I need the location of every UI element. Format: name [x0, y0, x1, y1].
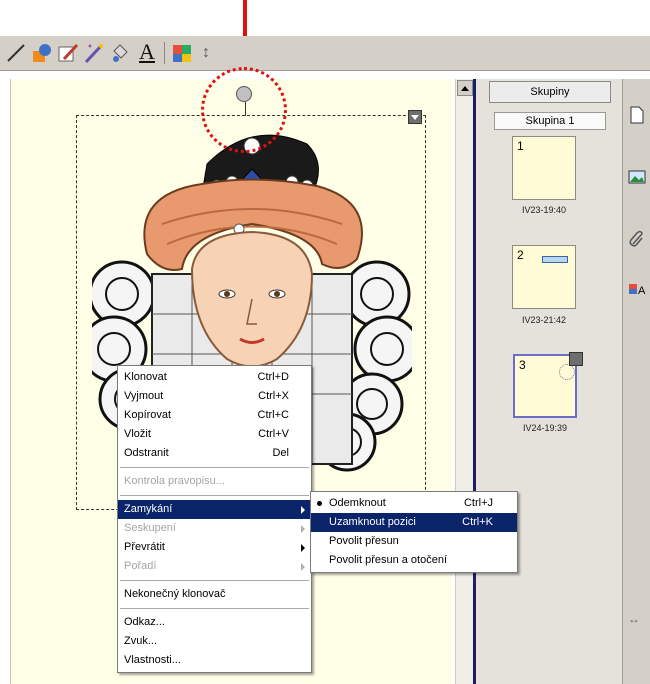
submenu-item-lock-position[interactable]: Uzamknout pozici Ctrl+K [311, 513, 517, 532]
thumbnail-image [559, 364, 575, 380]
svg-text:A: A [638, 285, 646, 297]
menu-item-copy[interactable]: Kopírovat Ctrl+C [118, 406, 311, 425]
submenu-arrow-icon [301, 506, 305, 514]
magic-pen-icon[interactable] [82, 41, 106, 65]
text-tool-icon[interactable]: A [136, 41, 158, 65]
thumbnail-shape [542, 256, 568, 263]
vertical-scrollbar[interactable] [455, 79, 474, 684]
menu-separator [120, 580, 309, 581]
grid-tool-icon[interactable] [170, 41, 194, 65]
menu-separator [120, 608, 309, 609]
page-thumbnail[interactable]: 2 [512, 245, 576, 309]
collapse-arrows-icon[interactable]: ↔ [628, 612, 646, 626]
side-tabs: A [622, 79, 650, 684]
menu-item-order: Pořadí [118, 557, 311, 576]
toolbar: A ↕ [0, 36, 650, 71]
submenu-arrow-icon [301, 544, 305, 552]
page-number: 3 [519, 358, 526, 372]
annotation-dotted-circle [201, 67, 287, 153]
attachments-tab-icon[interactable] [627, 229, 647, 249]
line-tool-icon[interactable] [4, 41, 28, 65]
submenu-arrow-icon [301, 563, 305, 571]
groups-button[interactable]: Skupiny [489, 81, 611, 103]
shapes-tool-icon[interactable] [30, 41, 54, 65]
menu-separator [120, 495, 309, 496]
menu-item-properties[interactable]: Vlastnosti... [118, 651, 311, 670]
pen-tool-icon[interactable] [56, 41, 80, 65]
menu-item-cut[interactable]: Vyjmout Ctrl+X [118, 387, 311, 406]
submenu-item-unlock[interactable]: Odemknout Ctrl+J [311, 494, 517, 513]
object-menu-button[interactable] [408, 110, 422, 124]
page-thumbnail[interactable]: 1 [512, 136, 576, 200]
menu-item-locking[interactable]: Zamykání [118, 500, 311, 519]
page-caption: IV24-19:39 [522, 423, 568, 433]
menu-separator [120, 467, 309, 468]
expand-vertical-icon[interactable]: ↕ [196, 44, 216, 64]
fill-tool-icon[interactable] [108, 41, 132, 65]
menu-item-infinite-cloner[interactable]: Nekonečný klonovač [118, 585, 311, 604]
menu-item-link[interactable]: Odkaz... [118, 613, 311, 632]
page-caption: IV23-19:40 [521, 205, 567, 215]
page-number: 2 [517, 248, 524, 262]
submenu-item-allow-move[interactable]: Povolit přesun [311, 532, 517, 551]
menu-item-spellcheck: Kontrola pravopisu... [124, 475, 225, 487]
scroll-up-button[interactable] [457, 80, 473, 96]
group-label[interactable]: Skupina 1 [494, 112, 606, 130]
toolbar-separator [164, 42, 165, 64]
annotation-arrow-shaft [243, 0, 247, 40]
menu-item-clone[interactable]: Klonovat Ctrl+D [118, 368, 311, 387]
page-caption: IV23-21:42 [521, 315, 567, 325]
submenu-arrow-icon [301, 525, 305, 533]
thumbnail-menu-button[interactable] [569, 352, 583, 366]
gallery-tab-icon[interactable] [627, 167, 647, 187]
menu-item-delete[interactable]: Odstranit Del [118, 444, 311, 463]
page-thumbnail-selected[interactable]: 3 [513, 354, 577, 418]
page-number: 1 [517, 139, 524, 153]
menu-item-sound[interactable]: Zvuk... [118, 632, 311, 651]
context-menu: Klonovat Ctrl+D Vyjmout Ctrl+X Kopírovat Ct… [117, 365, 312, 673]
selected-bullet-icon [317, 501, 322, 506]
submenu-item-allow-move-rotate[interactable]: Povolit přesun a otočení [311, 551, 517, 570]
menu-item-grouping: Seskupení [118, 519, 311, 538]
menu-item-flip[interactable]: Převrátit [118, 538, 311, 557]
menu-item-paste[interactable]: Vložit Ctrl+V [118, 425, 311, 444]
page-sorter-tab-icon[interactable] [627, 105, 647, 125]
properties-tab-icon[interactable]: A [627, 279, 647, 299]
locking-submenu: Odemknout Ctrl+J Uzamknout pozici Ctrl+K P… [310, 491, 518, 573]
